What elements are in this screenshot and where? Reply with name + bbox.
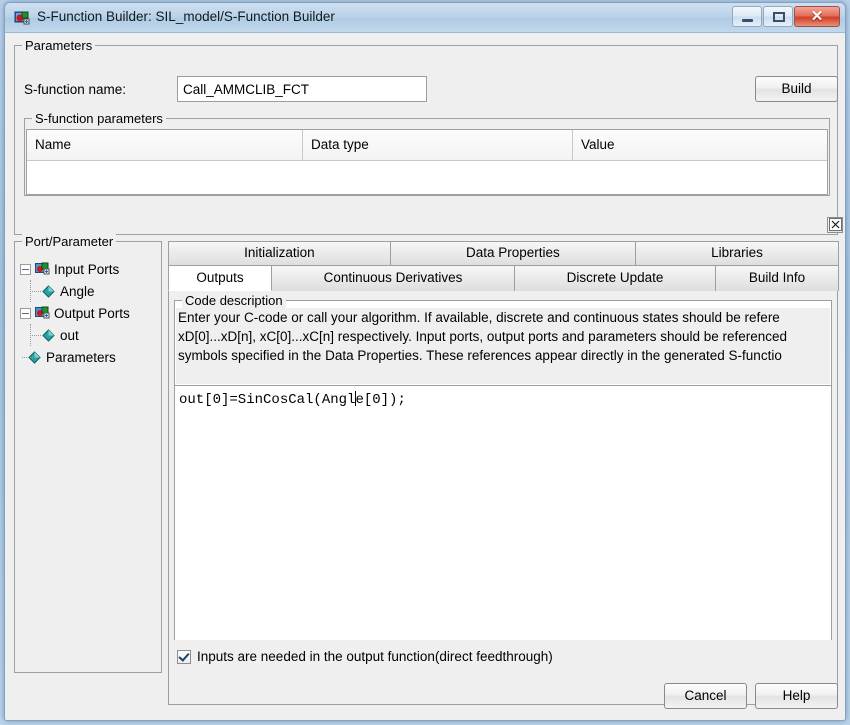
tab-area: Initialization Data Properties Libraries… <box>168 241 840 705</box>
s-function-builder-window: S-Function Builder: SIL_model/S-Function… <box>4 2 846 721</box>
code-text-after-caret: e[0]); <box>355 392 406 408</box>
tree-node-output-ports[interactable]: Output Ports <box>20 302 160 324</box>
table-body-empty[interactable] <box>27 161 827 194</box>
table-header-row: Name Data type Value <box>27 130 827 161</box>
tree-guide-connector <box>30 291 41 293</box>
minimize-icon <box>742 19 753 22</box>
tab-row-upper: Initialization Data Properties Libraries <box>168 241 840 265</box>
tree-node-parameters[interactable]: Parameters <box>20 346 160 368</box>
input-port-icon <box>35 262 50 276</box>
tab-initialization[interactable]: Initialization <box>168 241 391 265</box>
tab-libraries[interactable]: Libraries <box>634 241 840 265</box>
simulink-block-icon <box>14 10 30 26</box>
sfunction-name-input[interactable] <box>177 76 427 102</box>
tree-guide-connector <box>30 335 41 337</box>
column-header-value[interactable]: Value <box>573 130 827 160</box>
title-bar: S-Function Builder: SIL_model/S-Function… <box>5 3 845 33</box>
window-controls: ✕ <box>732 6 840 28</box>
tab-row-lower: Outputs Continuous Derivatives Discrete … <box>168 265 839 291</box>
direct-feedthrough-checkbox[interactable] <box>177 649 191 664</box>
tree-guide-connector <box>22 357 33 359</box>
tab-continuous-derivatives[interactable]: Continuous Derivatives <box>271 265 516 291</box>
maximize-icon <box>773 12 785 22</box>
tree-label-out: out <box>60 327 79 343</box>
close-button[interactable]: ✕ <box>794 6 840 27</box>
collapse-expander-icon[interactable] <box>20 263 31 275</box>
port-parameter-legend: Port/Parameter <box>22 234 117 249</box>
tab-data-properties[interactable]: Data Properties <box>389 241 636 265</box>
code-description-text: Enter your C-code or call your algorithm… <box>176 308 830 384</box>
code-description-group: Code description Enter your C-code or ca… <box>174 293 832 640</box>
direct-feedthrough-row[interactable]: Inputs are needed in the output function… <box>177 649 553 664</box>
collapse-parameters-icon[interactable] <box>827 217 843 233</box>
sfunction-parameters-table[interactable]: Name Data type Value <box>26 129 828 195</box>
close-icon: ✕ <box>810 8 824 25</box>
description-line-1: Enter your C-code or call your algorithm… <box>178 310 780 325</box>
description-line-2: xD[0]...xD[n], xC[0]...xC[n] respectivel… <box>178 329 788 344</box>
diamond-icon <box>42 284 55 298</box>
column-header-data-type[interactable]: Data type <box>303 130 573 160</box>
direct-feedthrough-label: Inputs are needed in the output function… <box>197 649 553 664</box>
tree-node-input-ports[interactable]: Input Ports <box>20 258 160 280</box>
sfunction-parameters-legend: S-function parameters <box>32 111 166 126</box>
minimize-button[interactable] <box>732 6 762 27</box>
tree-label-angle: Angle <box>60 283 95 299</box>
description-line-3: symbols specified in the Data Properties… <box>178 348 782 363</box>
code-description-legend: Code description <box>182 293 286 308</box>
tree-label-output-ports: Output Ports <box>54 305 130 321</box>
port-parameter-group: Port/Parameter Input Ports Angle Output … <box>14 234 162 673</box>
sfunction-parameters-group: S-function parameters Name Data type Val… <box>24 111 830 196</box>
tree-label-parameters: Parameters <box>46 349 116 365</box>
outputs-tab-panel: Code description Enter your C-code or ca… <box>168 291 838 705</box>
tab-outputs[interactable]: Outputs <box>168 265 272 291</box>
tab-build-info[interactable]: Build Info <box>715 265 839 291</box>
column-header-name[interactable]: Name <box>27 130 303 160</box>
window-title: S-Function Builder: SIL_model/S-Function… <box>37 9 335 24</box>
build-button[interactable]: Build <box>755 76 838 102</box>
tree-node-angle[interactable]: Angle <box>20 280 160 302</box>
maximize-button[interactable] <box>763 6 793 27</box>
parameters-group-legend: Parameters <box>22 38 96 53</box>
cancel-button[interactable]: Cancel <box>664 683 747 709</box>
code-editor[interactable]: out[0]=SinCosCal(Angle[0]); <box>175 385 831 640</box>
parameters-group: Parameters S-function name: Build S-func… <box>14 38 843 235</box>
collapse-expander-icon[interactable] <box>20 307 31 319</box>
code-text-before-caret: out[0]=SinCosCal(Angl <box>179 392 356 408</box>
tree-node-out[interactable]: out <box>20 324 160 346</box>
tree-label-input-ports: Input Ports <box>54 261 120 277</box>
port-parameter-tree[interactable]: Input Ports Angle Output Ports out Param… <box>16 252 160 672</box>
output-port-icon <box>35 306 50 320</box>
tab-discrete-update[interactable]: Discrete Update <box>514 265 716 291</box>
diamond-icon <box>42 328 55 342</box>
help-button[interactable]: Help <box>755 683 838 709</box>
dialog-content: Parameters S-function name: Build S-func… <box>5 33 845 720</box>
x-box-icon <box>828 218 842 231</box>
sfunction-name-label: S-function name: <box>24 82 127 97</box>
